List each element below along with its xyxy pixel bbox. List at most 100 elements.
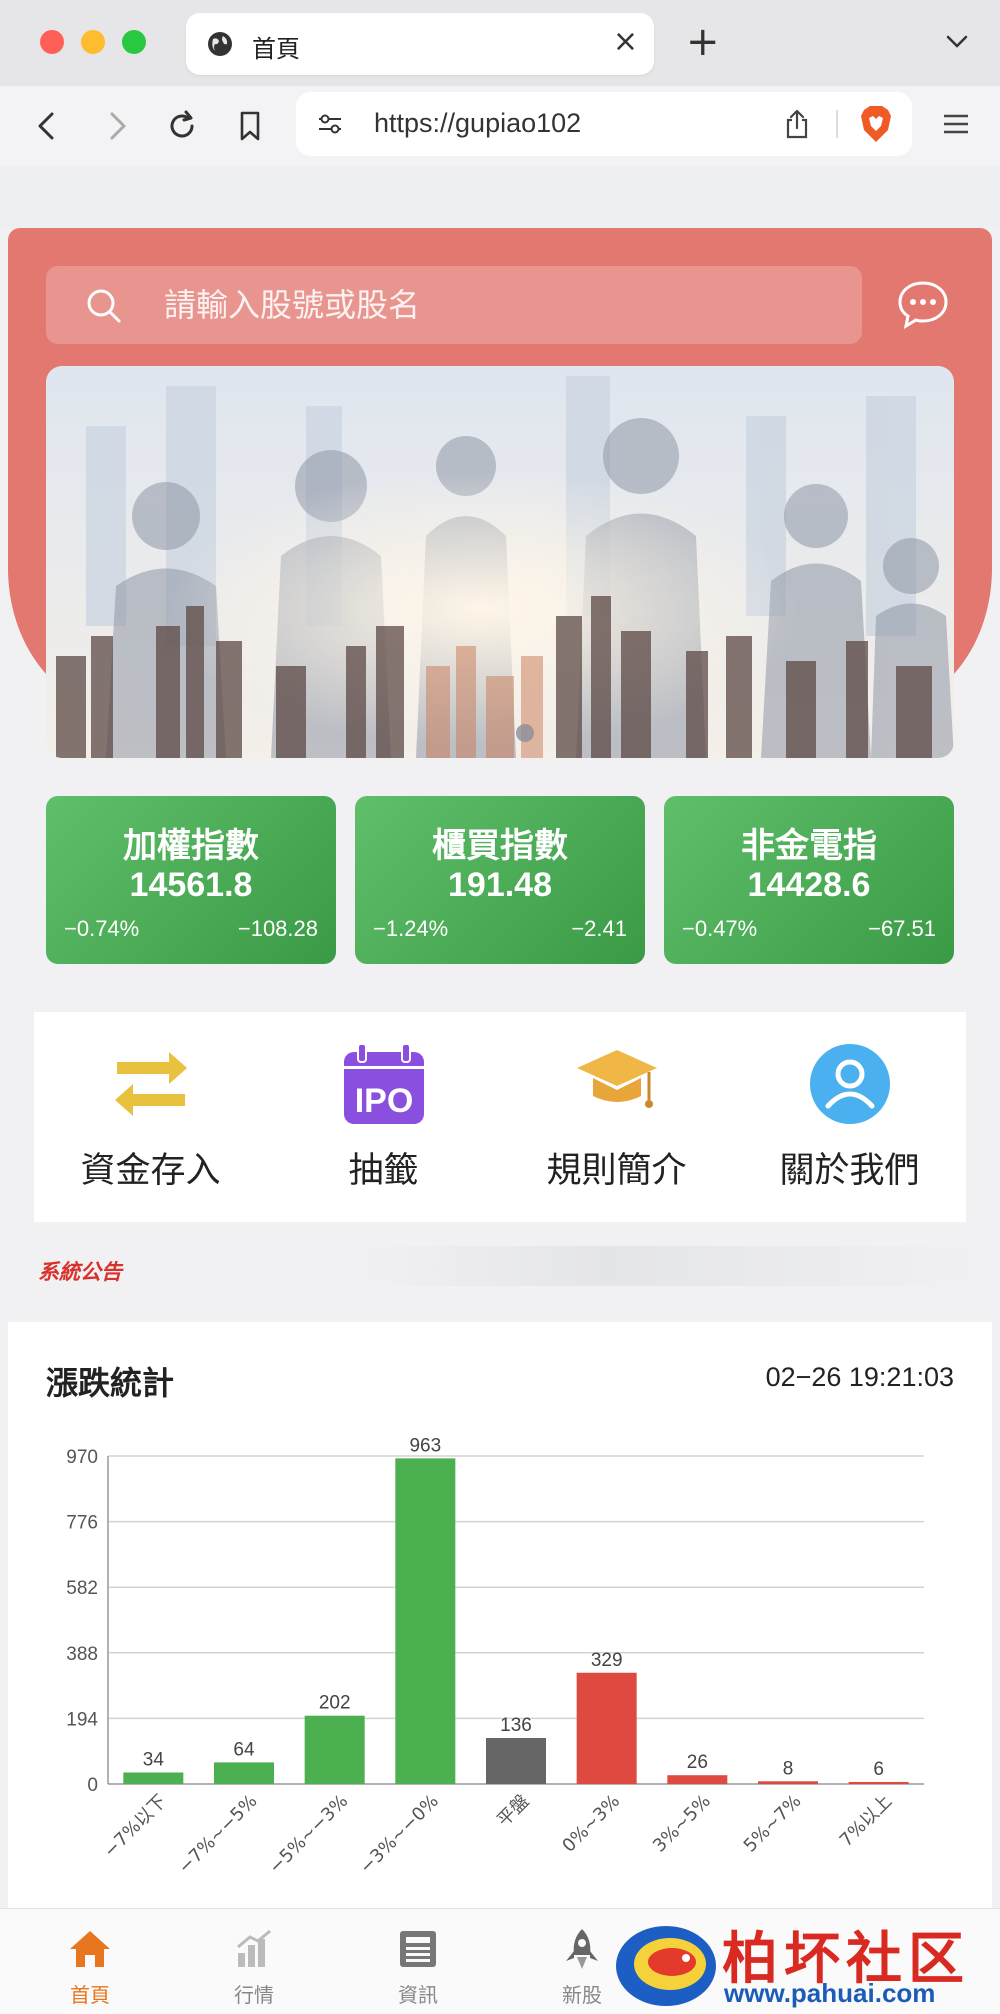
index-percent: −1.24%	[373, 916, 449, 941]
x-tick-label: −7%~−5%	[174, 1791, 261, 1878]
system-notice-label[interactable]: 系統公告	[38, 1256, 122, 1286]
bar-value-label: 6	[873, 1759, 884, 1780]
chat-bubble-icon[interactable]	[896, 278, 950, 332]
bar	[848, 1781, 909, 1784]
bar	[395, 1458, 456, 1784]
browser-toolbar: https://gupiao102	[0, 86, 1000, 166]
nav-label: 首頁	[70, 1983, 110, 2007]
bar	[304, 1715, 365, 1784]
transfer-arrows-icon	[115, 1052, 187, 1116]
search-input[interactable]	[164, 266, 844, 344]
share-icon[interactable]	[782, 108, 812, 140]
bar-value-label: 64	[233, 1739, 255, 1760]
notice-marquee[interactable]	[360, 1246, 980, 1286]
menu-label: 資金存入	[80, 1151, 221, 1191]
window-close-button[interactable]	[40, 30, 64, 54]
bar-chart-icon	[237, 1929, 271, 1967]
advance-decline-chart: 0 194 388 582 776 970 34 −7%以下 64 −7%~−5% 202 −5%~−…	[66, 1435, 924, 1878]
x-tick-label: 5%~7%	[740, 1791, 806, 1857]
index-name: 非金電指	[741, 826, 877, 866]
index-cards: 加權指數 14561.8 −0.74% −108.28 櫃買指數 191.48 …	[46, 796, 954, 966]
new-tab-button[interactable]: +	[686, 22, 720, 62]
menu-about-button[interactable]: 關於我們	[733, 1042, 966, 1202]
back-icon[interactable]	[28, 106, 68, 146]
bar-value-label: 202	[319, 1693, 351, 1714]
index-name: 加權指數	[123, 826, 259, 866]
index-card-taiex[interactable]: 加權指數 14561.8 −0.74% −108.28	[46, 796, 336, 964]
index-name: 櫃買指數	[432, 826, 568, 866]
site-watermark: 柏坏社区 www.pahuai.com	[612, 1914, 1000, 2014]
index-card-otc[interactable]: 櫃買指數 191.48 −1.24% −2.41	[355, 796, 645, 964]
bar-value-label: 34	[143, 1750, 165, 1771]
svg-text:IPO: IPO	[355, 1082, 414, 1120]
graduation-cap-icon	[577, 1050, 657, 1108]
banner-image[interactable]	[46, 366, 954, 758]
x-tick-label: 0%~3%	[558, 1791, 624, 1857]
menu-label: 關於我們	[779, 1151, 920, 1191]
nav-news[interactable]: 資訊	[336, 1909, 500, 2014]
menu-icon[interactable]	[940, 110, 972, 138]
bar-value-label: 136	[500, 1715, 532, 1736]
brave-shield-icon[interactable]	[858, 104, 894, 144]
window-minimize-button[interactable]	[81, 30, 105, 54]
reload-icon[interactable]	[162, 106, 202, 146]
index-value: 14561.8	[129, 866, 253, 904]
y-tick-label: 970	[66, 1447, 98, 1468]
nav-market[interactable]: 行情	[172, 1909, 336, 2014]
index-percent: −0.47%	[682, 916, 758, 941]
nav-home[interactable]: 首頁	[8, 1909, 172, 2014]
fish-logo-icon	[616, 1926, 716, 2006]
bar	[486, 1738, 546, 1784]
bar-value-label: 8	[783, 1758, 794, 1779]
bar	[123, 1772, 184, 1784]
tab-close-icon[interactable]: ×	[613, 27, 638, 57]
bar-value-label: 963	[409, 1435, 441, 1456]
bar	[214, 1762, 274, 1784]
x-tick-label: 平盤	[493, 1791, 533, 1831]
nav-label: 資訊	[398, 1983, 438, 2007]
page: 加權指數 14561.8 −0.74% −108.28 櫃買指數 191.48 …	[0, 166, 1000, 2014]
globe-icon	[208, 32, 232, 56]
y-tick-label: 0	[87, 1775, 98, 1796]
bar-value-label: 26	[687, 1752, 708, 1773]
index-percent: −0.74%	[64, 916, 140, 941]
index-change: −2.41	[571, 916, 627, 941]
x-tick-label: −3%~−0%	[356, 1791, 443, 1878]
ipo-calendar-icon: IPO	[344, 1043, 424, 1124]
browser-tab-bar: 首頁 × +	[0, 0, 1000, 86]
bar	[758, 1781, 818, 1784]
address-bar[interactable]: https://gupiao102	[296, 92, 912, 156]
bar	[667, 1775, 728, 1784]
bar	[576, 1672, 637, 1784]
toolbar-divider	[836, 110, 838, 138]
index-value: 14428.6	[747, 866, 871, 904]
y-tick-label: 776	[66, 1513, 98, 1534]
bar-value-label: 329	[591, 1650, 623, 1671]
window-maximize-button[interactable]	[122, 30, 146, 54]
index-change: −108.28	[237, 916, 318, 941]
newspaper-icon	[400, 1931, 436, 1967]
x-tick-label: −7%以下	[100, 1791, 171, 1862]
site-settings-icon[interactable]	[316, 110, 344, 138]
menu-ipo-lottery-button[interactable]: IPO 抽籤	[267, 1042, 500, 1202]
top-strip	[0, 166, 1000, 228]
stats-card: 漲跌統計 02−26 19:21:03 0 194 388 582 776 970 34 −7…	[8, 1322, 992, 1914]
browser-tab[interactable]: 首頁 ×	[186, 13, 654, 75]
index-value: 191.48	[448, 866, 552, 904]
x-tick-label: 7%以上	[836, 1791, 897, 1852]
index-change: −67.51	[868, 916, 936, 941]
x-tick-label: −5%~−3%	[265, 1791, 352, 1878]
y-tick-label: 194	[66, 1709, 98, 1730]
chevron-down-icon[interactable]	[942, 26, 972, 56]
x-tick-label: 3%~5%	[649, 1791, 715, 1857]
bookmark-icon[interactable]	[230, 106, 270, 146]
carousel-dot[interactable]	[516, 724, 534, 742]
menu-rules-button[interactable]: 規則簡介	[500, 1042, 733, 1202]
search-bar[interactable]	[46, 266, 862, 344]
user-avatar-icon	[810, 1044, 890, 1124]
index-card-non-finance-electronics[interactable]: 非金電指 14428.6 −0.47% −67.51	[664, 796, 954, 964]
menu-label: 抽籤	[348, 1151, 419, 1191]
menu-deposit-button[interactable]: 資金存入	[34, 1042, 267, 1202]
watermark-url: www.pahuai.com	[724, 1978, 936, 2008]
forward-icon[interactable]	[96, 106, 136, 146]
